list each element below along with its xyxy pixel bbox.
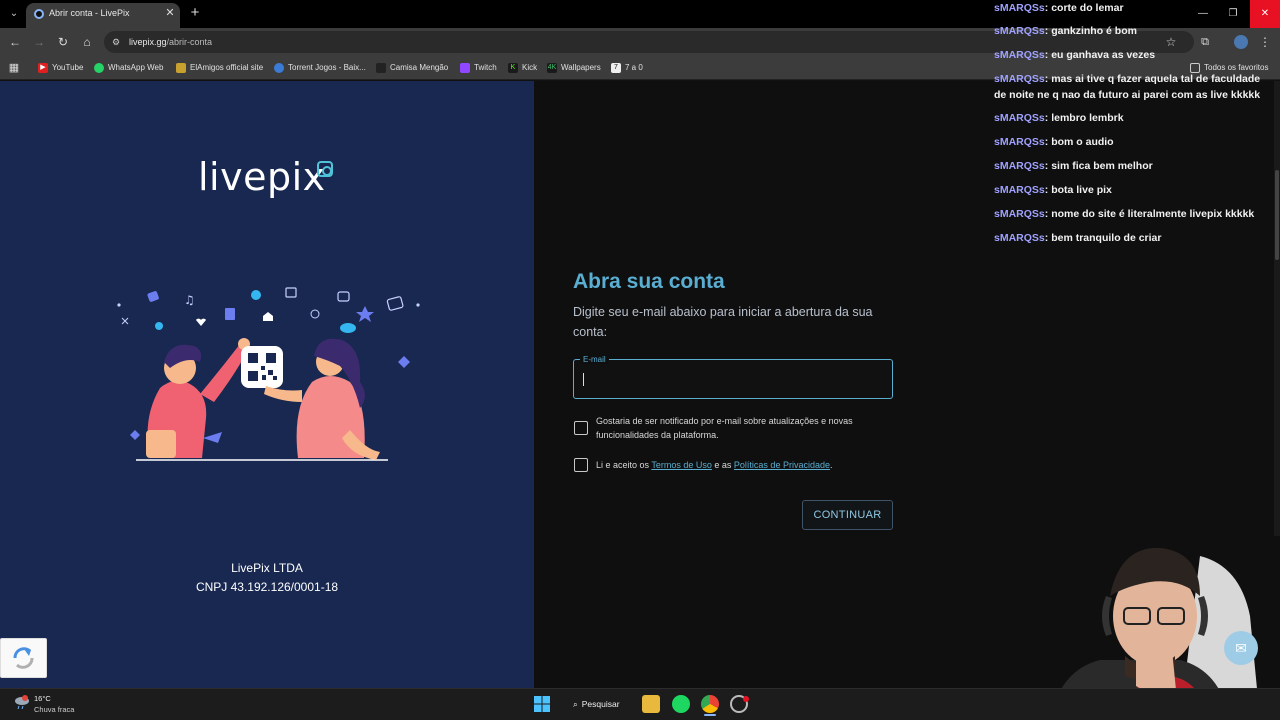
wallpapers-4k-icon: 4K [547, 63, 557, 73]
weather-rain-icon[interactable] [14, 695, 30, 710]
chrome-icon[interactable] [701, 695, 719, 713]
chat-message: sMARQSs: eu ganhava as vezes [994, 49, 1156, 61]
company-cnpj: CNPJ 43.192.126/0001-18 [195, 580, 339, 594]
recaptcha-badge[interactable] [0, 638, 47, 678]
terms-of-use-link[interactable]: Termos de Uso [651, 460, 712, 470]
url-text[interactable]: livepix.gg/abrir-conta [129, 37, 212, 47]
svg-text:♫: ♫ [184, 293, 195, 307]
new-tab-plus-icon[interactable]: + [188, 5, 202, 20]
windows-start-icon[interactable] [533, 695, 551, 713]
notification-dot [743, 696, 749, 702]
bookmark-whatsapp[interactable]: WhatsApp Web [94, 61, 163, 75]
scrollbar-thumb[interactable] [1275, 170, 1279, 260]
support-chat-button[interactable]: ✉ [1224, 631, 1258, 665]
company-name: LivePix LTDA [231, 561, 303, 575]
chat-message: sMARQSs: corte do lemar [994, 2, 1124, 14]
bookmark-youtube[interactable]: ▶ YouTube [38, 61, 83, 75]
url-path: /abrir-conta [166, 37, 213, 47]
file-explorer-icon[interactable] [642, 695, 660, 713]
url-domain: livepix.gg [129, 37, 167, 47]
qr-payment-illustration: ♫ [117, 287, 420, 461]
home-icon[interactable]: ⌂ [78, 33, 96, 51]
chat-message: sMARQSs: lembro lembrk [994, 112, 1124, 124]
twitch-icon [460, 63, 470, 73]
back-arrow-icon[interactable]: ← [6, 33, 24, 51]
apps-grid-icon[interactable]: ▦ [5, 59, 23, 77]
chat-message: sMARQSs: bom o audio [994, 136, 1114, 148]
email-field-label: E-mail [580, 355, 609, 364]
form-subtitle: Digite seu e-mail abaixo para iniciar a … [573, 305, 873, 339]
whatsapp-icon [94, 63, 104, 73]
chat-message: sMARQSs: mas ai tive q fazer aquela tal … [994, 73, 1261, 101]
chat-message: sMARQSs: sim fica bem melhor [994, 160, 1153, 172]
notify-checkbox[interactable] [574, 421, 588, 435]
shirt-icon [376, 63, 386, 73]
weather-temperature: 16°C [34, 694, 51, 703]
livepix-logo: livepix [198, 155, 326, 199]
forward-arrow-icon[interactable]: → [30, 33, 48, 51]
email-field[interactable] [582, 368, 882, 390]
livepix-logo-mark-icon [317, 161, 333, 177]
bookmark-torrent-jogos[interactable]: Torrent Jogos - Baix... [274, 61, 366, 75]
search-icon: ⌕ [573, 699, 578, 709]
notify-checkbox-label: Gostaria de ser notificado por e-mail so… [596, 416, 853, 440]
privacy-policy-link[interactable]: Políticas de Privacidade [734, 460, 830, 470]
chrome-active-indicator [704, 714, 716, 716]
torrent-icon [274, 63, 284, 73]
bookmark-7a0[interactable]: 77 a 0 [611, 61, 643, 75]
tab-close-icon[interactable]: ✕ [164, 7, 176, 19]
spotify-icon[interactable] [672, 695, 690, 713]
reload-icon[interactable]: ↻ [54, 33, 72, 51]
youtube-icon: ▶ [38, 63, 48, 73]
person-left [146, 338, 250, 458]
bookmark-7a0-icon: 7 [611, 63, 621, 73]
weather-description: Chuva fraca [34, 705, 75, 714]
bookmark-wallpapers[interactable]: 4K Wallpapers [547, 61, 601, 75]
qr-code-card [241, 346, 283, 388]
bookmark-twitch[interactable]: Twitch [460, 61, 497, 75]
chat-message: sMARQSs: nome do site é literalmente liv… [994, 208, 1255, 220]
tab-search-chevron-icon[interactable]: ⌄ [6, 6, 22, 22]
bookmark-elamigos[interactable]: ElAmigos official site [176, 61, 263, 75]
windows-taskbar [0, 688, 1280, 720]
recaptcha-icon [13, 647, 34, 669]
livepix-favicon-icon [34, 9, 44, 19]
chat-message: sMARQSs: bota live pix [994, 184, 1112, 196]
bookmark-kick[interactable]: K Kick [508, 61, 537, 75]
elamigos-icon [176, 63, 186, 73]
site-info-icon[interactable]: ⚙ [112, 36, 124, 48]
bookmark-camisa-mengao[interactable]: Camisa Mengão [376, 61, 448, 75]
chat-message: sMARQSs: bem tranquilo de criar [994, 232, 1162, 244]
terms-checkbox-label: Li e aceito os Termos de Uso e as Políti… [596, 460, 833, 470]
continue-button[interactable]: CONTINUAR [802, 500, 893, 530]
text-caret [583, 373, 584, 386]
kick-icon: K [508, 63, 518, 73]
chat-message: sMARQSs: gankzinho é bom [994, 25, 1137, 37]
form-title: Abra sua conta [573, 270, 725, 293]
tab-title: Abrir conta - LivePix [49, 8, 130, 18]
taskbar-search[interactable]: ⌕ Pesquisar [565, 695, 637, 713]
terms-checkbox[interactable] [574, 458, 588, 472]
